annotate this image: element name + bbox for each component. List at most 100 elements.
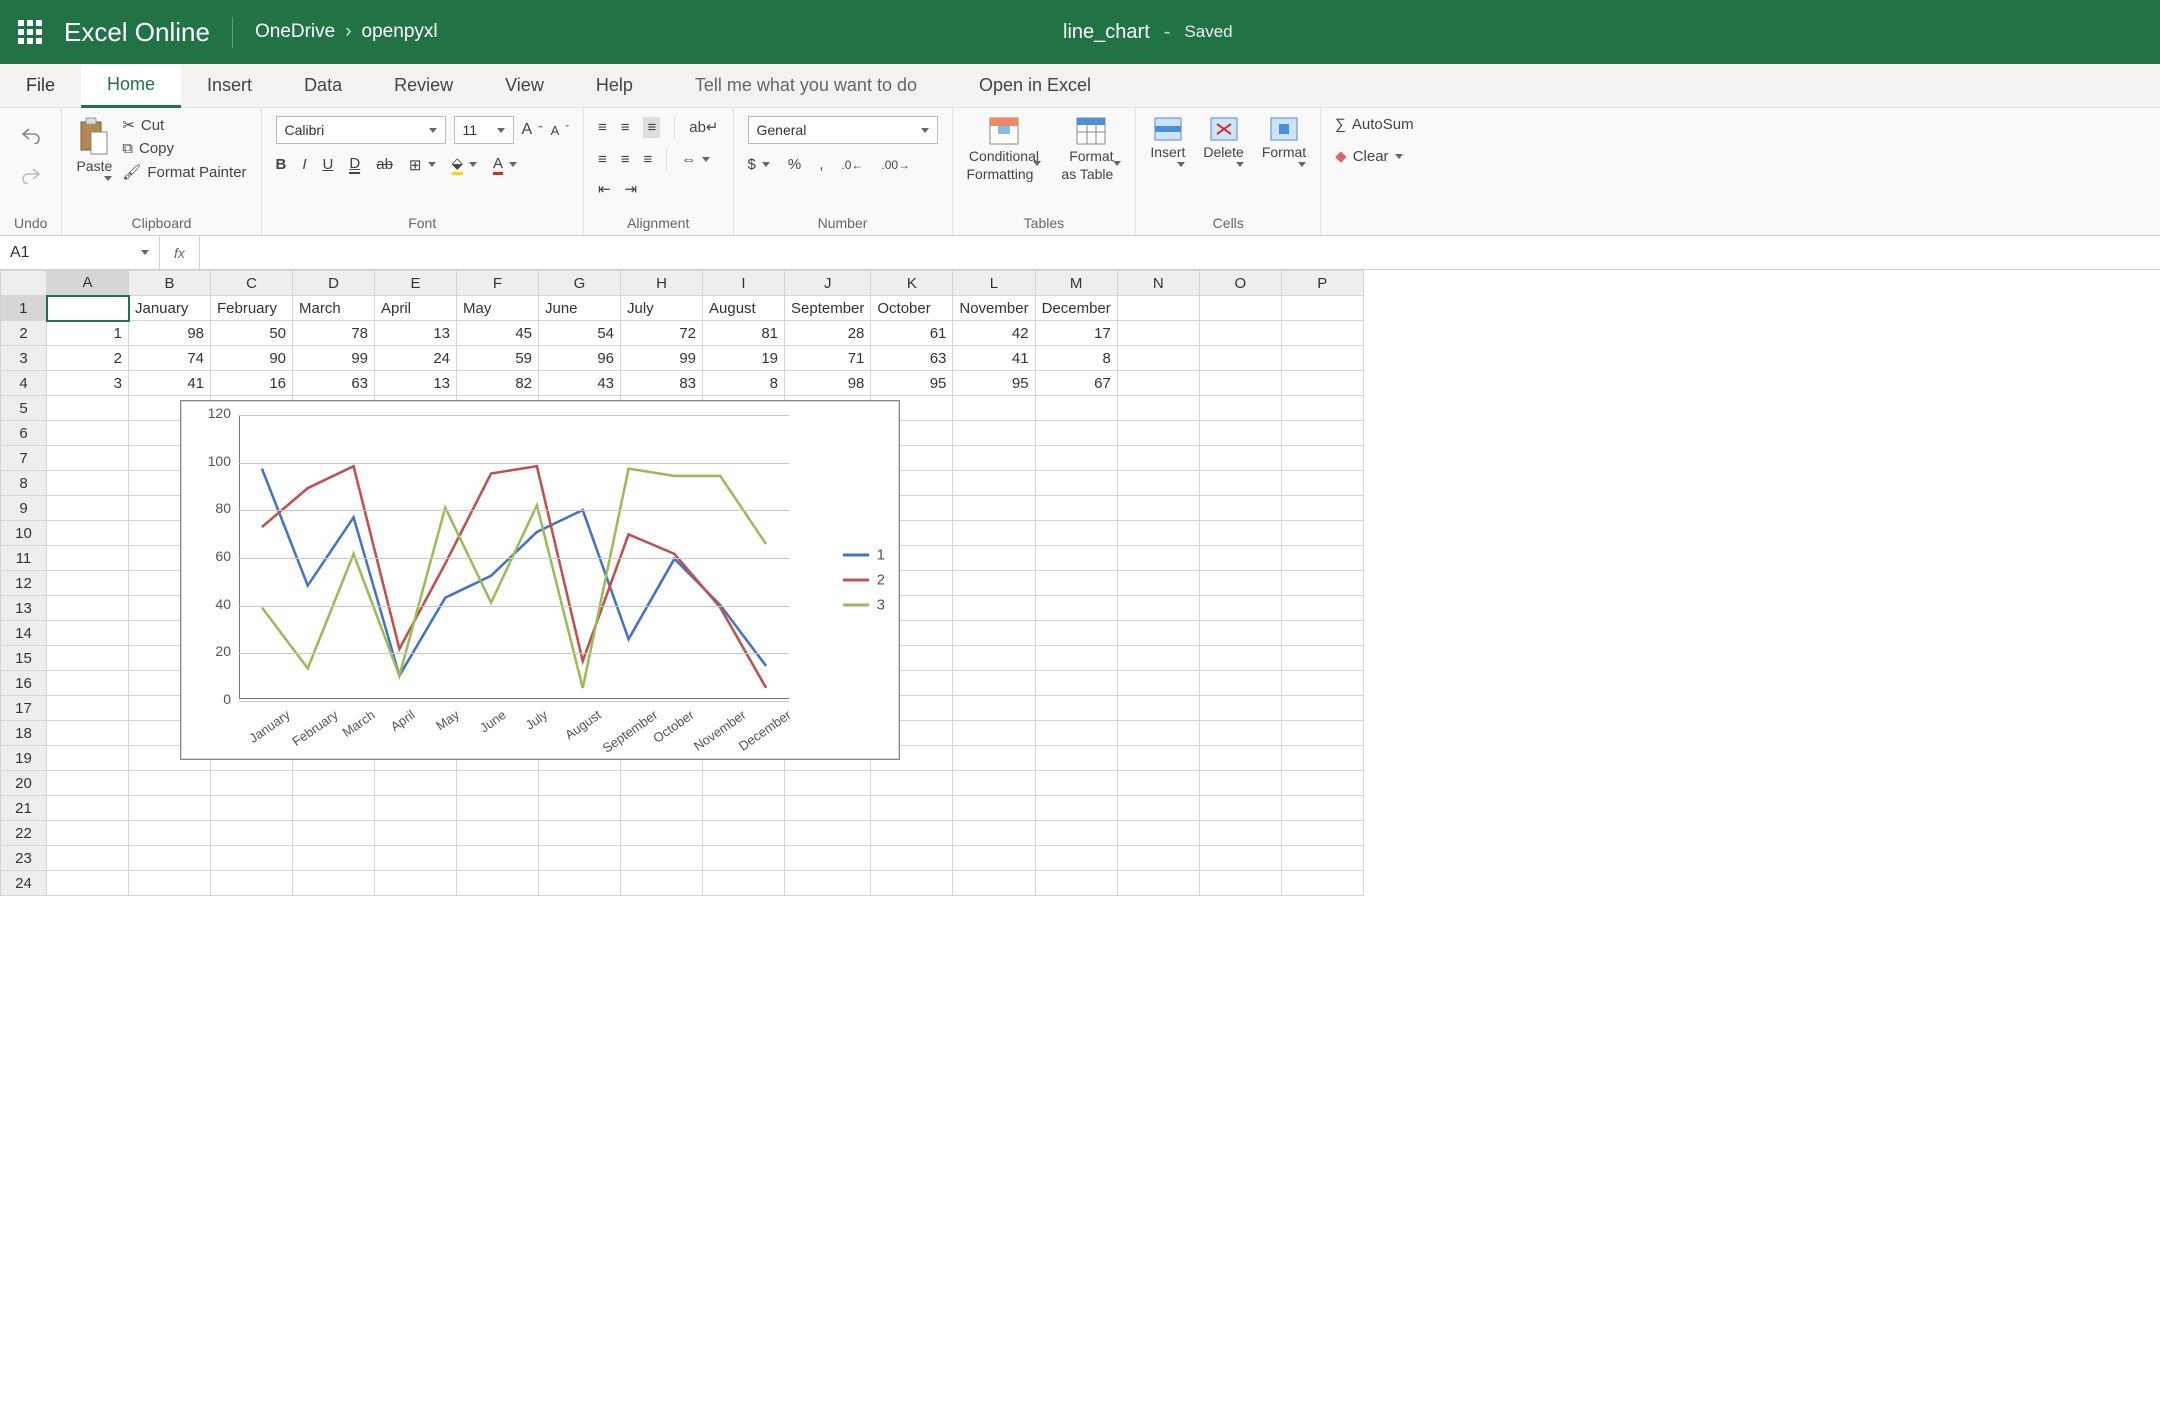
cell[interactable]: 99	[621, 346, 703, 371]
breadcrumb-root[interactable]: OneDrive	[255, 21, 335, 43]
cell[interactable]	[1281, 821, 1363, 846]
cell[interactable]: December	[1035, 296, 1117, 321]
cell[interactable]	[293, 821, 375, 846]
cell[interactable]	[1281, 521, 1363, 546]
cell[interactable]	[47, 746, 129, 771]
cell[interactable]	[1117, 696, 1199, 721]
cell[interactable]	[1035, 696, 1117, 721]
cell[interactable]	[1035, 796, 1117, 821]
cell[interactable]: 82	[457, 371, 539, 396]
cell[interactable]	[375, 821, 457, 846]
cell[interactable]: September	[785, 296, 871, 321]
cell[interactable]	[1281, 671, 1363, 696]
cell[interactable]	[621, 846, 703, 871]
row-header[interactable]: 6	[1, 421, 47, 446]
cell[interactable]	[1199, 796, 1281, 821]
cell[interactable]	[1035, 396, 1117, 421]
cell[interactable]	[1035, 871, 1117, 896]
cell[interactable]	[47, 796, 129, 821]
cell[interactable]	[871, 796, 953, 821]
row-header[interactable]: 3	[1, 346, 47, 371]
conditional-formatting-button[interactable]: Conditional Formatting	[967, 116, 1042, 182]
cell[interactable]: 42	[953, 321, 1035, 346]
cell[interactable]: 43	[539, 371, 621, 396]
cell[interactable]	[1117, 521, 1199, 546]
cell[interactable]: 16	[211, 371, 293, 396]
cell[interactable]	[539, 821, 621, 846]
cell[interactable]: 19	[703, 346, 785, 371]
row-header[interactable]: 1	[1, 296, 47, 321]
cell[interactable]	[1281, 446, 1363, 471]
cell[interactable]	[621, 771, 703, 796]
cell[interactable]	[1199, 421, 1281, 446]
cell[interactable]	[129, 821, 211, 846]
cell[interactable]	[47, 421, 129, 446]
cell[interactable]	[1281, 471, 1363, 496]
cell[interactable]	[47, 296, 129, 321]
cell[interactable]	[1117, 421, 1199, 446]
cell[interactable]	[1281, 396, 1363, 421]
cell[interactable]	[1117, 546, 1199, 571]
cell[interactable]: 54	[539, 321, 621, 346]
cell[interactable]	[293, 846, 375, 871]
cell[interactable]	[47, 671, 129, 696]
cell[interactable]	[293, 796, 375, 821]
cell[interactable]	[1199, 646, 1281, 671]
column-header[interactable]: H	[621, 271, 703, 296]
column-header[interactable]: B	[129, 271, 211, 296]
cell[interactable]	[1035, 846, 1117, 871]
cell[interactable]: 28	[785, 321, 871, 346]
borders-button[interactable]: ⊞	[409, 156, 436, 174]
cell[interactable]	[953, 496, 1035, 521]
cell[interactable]: June	[539, 296, 621, 321]
cell[interactable]: 83	[621, 371, 703, 396]
autosum-button[interactable]: ∑AutoSum	[1335, 116, 1413, 133]
column-header[interactable]: G	[539, 271, 621, 296]
cell[interactable]	[1035, 421, 1117, 446]
cell[interactable]	[1199, 621, 1281, 646]
grow-font-button[interactable]: Aˆ	[522, 121, 543, 139]
cell[interactable]	[871, 846, 953, 871]
tell-me-search[interactable]: Tell me what you want to do	[659, 64, 953, 107]
cell[interactable]	[1117, 471, 1199, 496]
cell[interactable]	[211, 771, 293, 796]
row-header[interactable]: 5	[1, 396, 47, 421]
cell[interactable]	[1035, 746, 1117, 771]
cell[interactable]	[1117, 746, 1199, 771]
cell[interactable]	[211, 871, 293, 896]
cell[interactable]	[1117, 296, 1199, 321]
cell[interactable]	[1199, 521, 1281, 546]
cell[interactable]	[129, 846, 211, 871]
row-header[interactable]: 23	[1, 846, 47, 871]
cell[interactable]: October	[871, 296, 953, 321]
row-header[interactable]: 13	[1, 596, 47, 621]
cell[interactable]	[953, 571, 1035, 596]
cell[interactable]: 78	[293, 321, 375, 346]
cell[interactable]	[953, 621, 1035, 646]
bold-button[interactable]: B	[276, 156, 287, 173]
cell[interactable]	[47, 821, 129, 846]
cell[interactable]: 96	[539, 346, 621, 371]
cell[interactable]	[703, 796, 785, 821]
underline-button[interactable]: U	[323, 156, 334, 173]
row-header[interactable]: 20	[1, 771, 47, 796]
cell[interactable]	[129, 796, 211, 821]
cell[interactable]	[1199, 721, 1281, 746]
cell[interactable]	[1281, 296, 1363, 321]
cell[interactable]: 1	[47, 321, 129, 346]
cell[interactable]	[1117, 496, 1199, 521]
cell[interactable]	[539, 871, 621, 896]
cell[interactable]: 13	[375, 371, 457, 396]
cell[interactable]	[47, 721, 129, 746]
spreadsheet-grid[interactable]: ABCDEFGHIJKLMNOP1JanuaryFebruaryMarchApr…	[0, 270, 2160, 1414]
cell[interactable]	[211, 796, 293, 821]
cell[interactable]	[953, 821, 1035, 846]
cell[interactable]: 13	[375, 321, 457, 346]
cell[interactable]	[1281, 371, 1363, 396]
cell[interactable]	[1199, 846, 1281, 871]
cell[interactable]	[47, 771, 129, 796]
row-header[interactable]: 9	[1, 496, 47, 521]
cell[interactable]: January	[129, 296, 211, 321]
row-header[interactable]: 8	[1, 471, 47, 496]
align-bottom-button[interactable]: ≡	[643, 117, 660, 138]
